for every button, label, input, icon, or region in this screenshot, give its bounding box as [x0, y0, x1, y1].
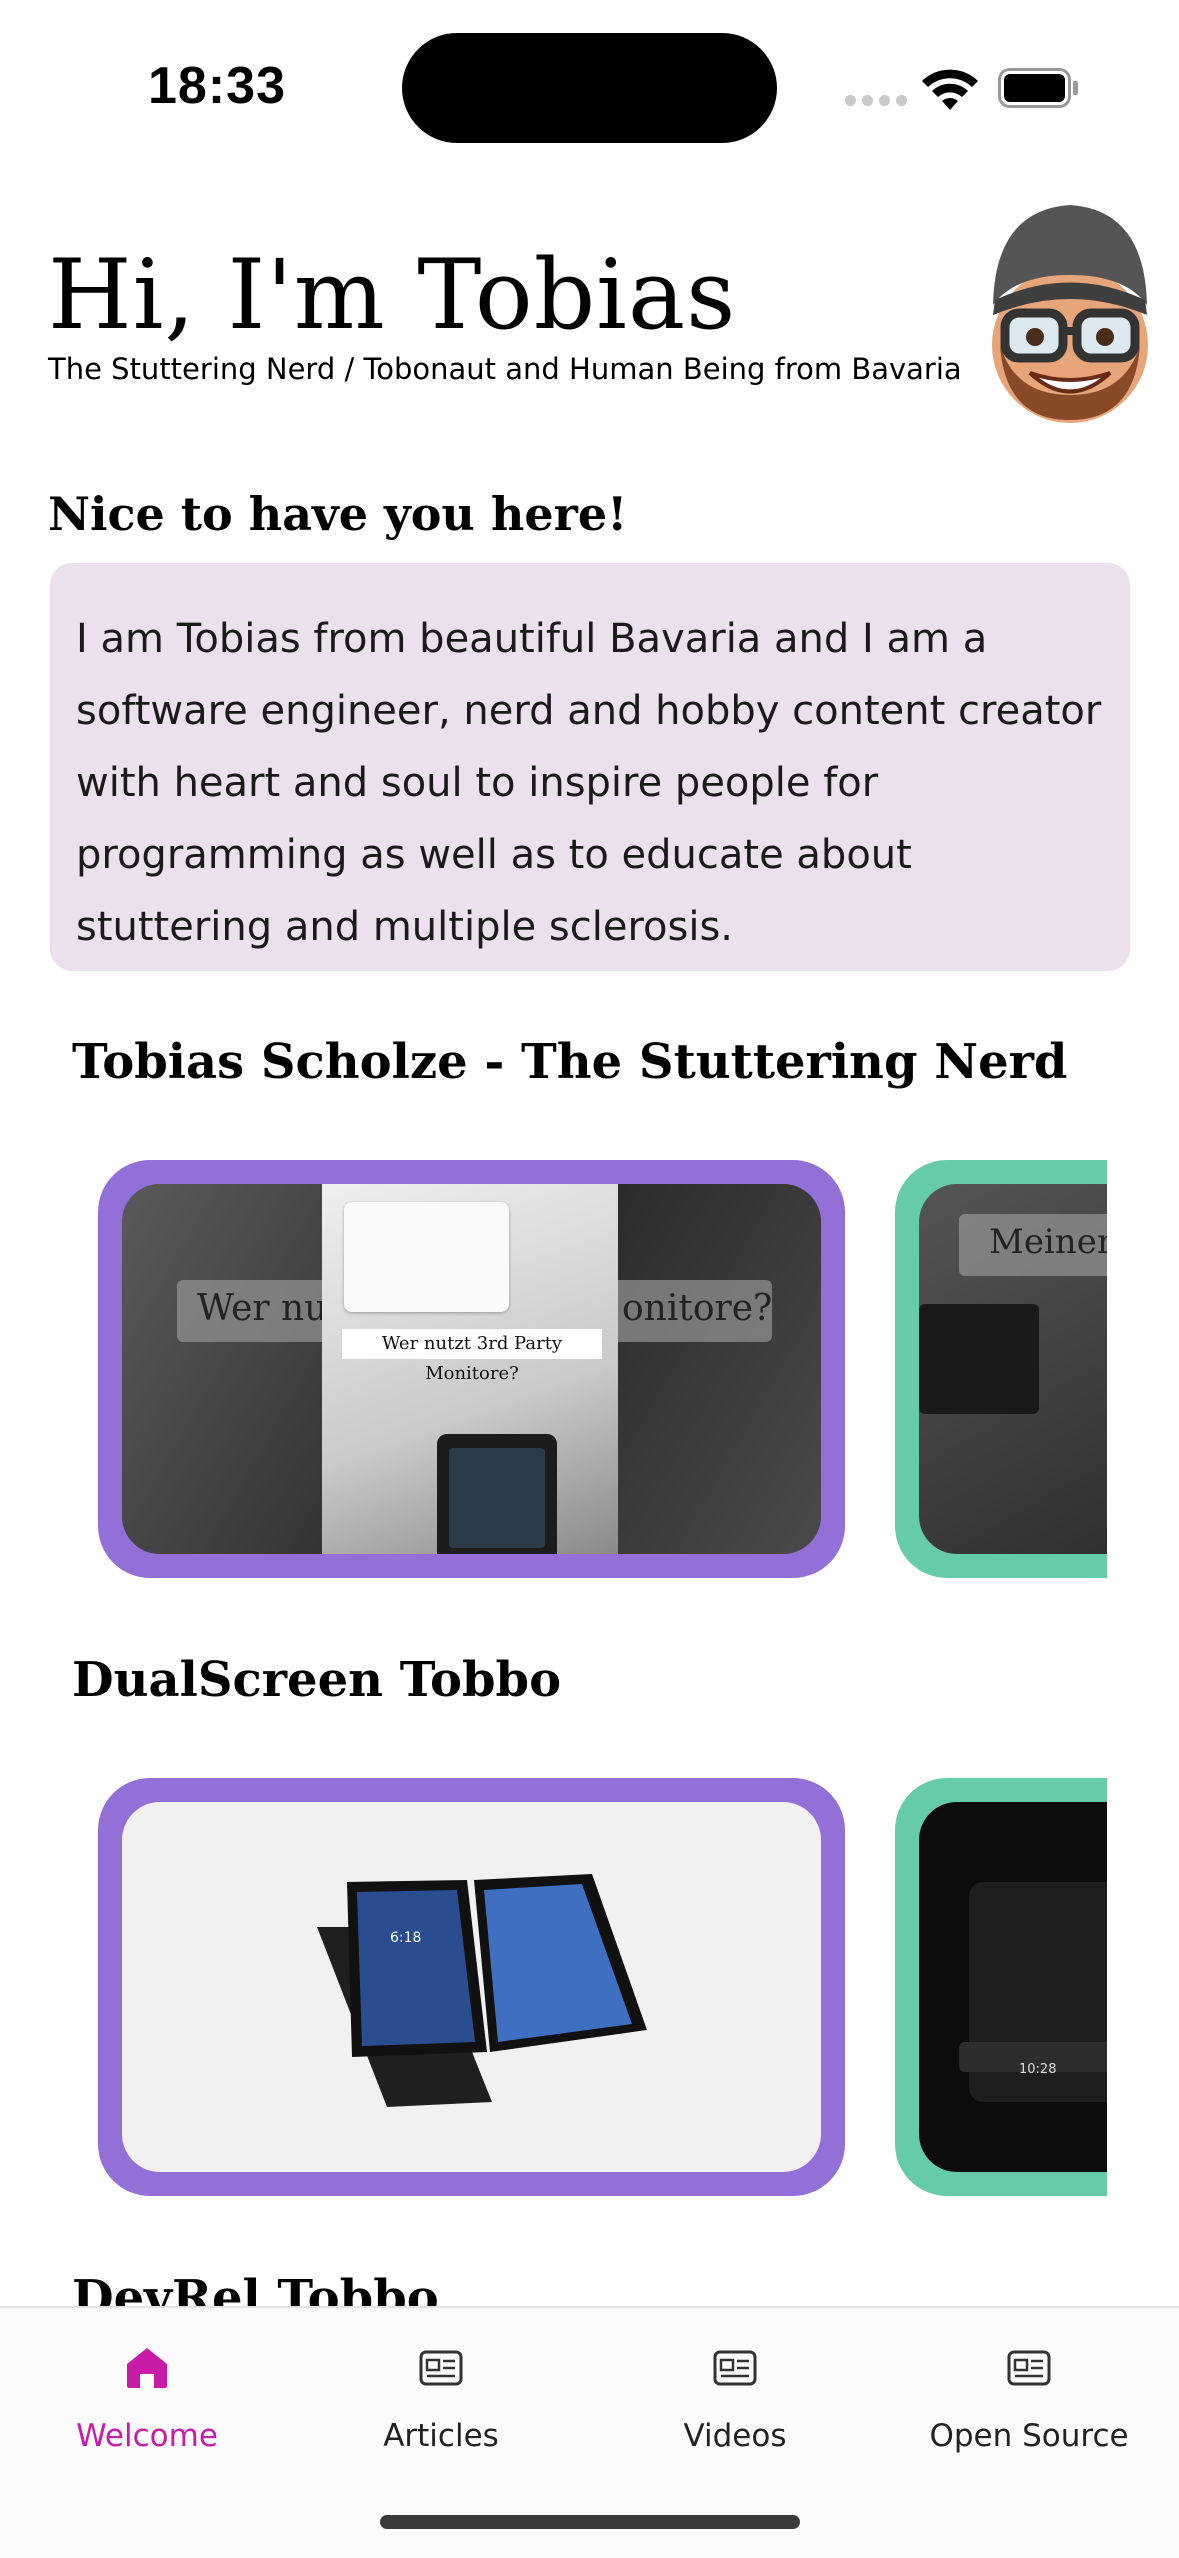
tab-label: Videos: [683, 2418, 787, 2454]
svg-text:6:18: 6:18: [390, 1930, 421, 1946]
memoji-avatar: [992, 205, 1148, 423]
scroll-clip: [1107, 1150, 1179, 1590]
video-caption: Wer nutzt 3rd Party Monitore?: [342, 1329, 602, 1384]
video-card[interactable]: Wer nu onitore? Wer nutzt 3rd Party Moni…: [98, 1160, 845, 1578]
product-card[interactable]: 6:18: [98, 1778, 845, 2196]
dynamic-island: [402, 33, 777, 143]
tab-welcome[interactable]: Welcome: [0, 2308, 294, 2468]
wifi-icon: [922, 69, 978, 110]
tab-label: Articles: [383, 2418, 499, 2454]
profile-header: Hi, I'm Tobias The Stuttering Nerd / Tob…: [48, 239, 962, 386]
tab-label: Open Source: [929, 2418, 1129, 2454]
status-time: 18:33: [148, 57, 286, 115]
page-subtitle: The Stuttering Nerd / Tobonaut and Human…: [48, 352, 962, 386]
page-title: Hi, I'm Tobias: [48, 239, 737, 351]
tab-articles[interactable]: Articles: [294, 2308, 588, 2468]
row-title-stuttering-nerd: Tobias Scholze - The Stuttering Nerd: [72, 1034, 1068, 1090]
row-title-dualscreen: DualScreen Tobbo: [72, 1652, 562, 1708]
home-indicator[interactable]: [380, 2515, 800, 2529]
video-thumbnail: Wer nu onitore? Wer nutzt 3rd Party Moni…: [122, 1184, 821, 1554]
tab-label: Welcome: [76, 2418, 218, 2454]
tab-videos[interactable]: Videos: [588, 2308, 882, 2468]
scroll-clip: [1107, 1768, 1179, 2208]
comment-bubble: [344, 1202, 509, 1312]
cellular-signal-icon: [845, 95, 907, 106]
newspaper-icon: [713, 2350, 757, 2386]
overlay-caption-right: onitore?: [612, 1280, 772, 1342]
device-screen: [437, 1434, 557, 1554]
battery-icon: [998, 68, 1078, 108]
intro-heading: Nice to have you here!: [48, 487, 628, 541]
product-image: 6:18: [122, 1802, 821, 2172]
tab-open-source[interactable]: Open Source: [882, 2308, 1176, 2468]
newspaper-icon: [1007, 2350, 1051, 2386]
video-frame: Wer nutzt 3rd Party Monitore?: [322, 1184, 618, 1554]
house-icon: [127, 2348, 167, 2388]
status-bar: 18:33: [0, 0, 1179, 160]
intro-card: I am Tobias from beautiful Bavaria and I…: [50, 563, 1130, 971]
newspaper-icon: [419, 2350, 463, 2386]
